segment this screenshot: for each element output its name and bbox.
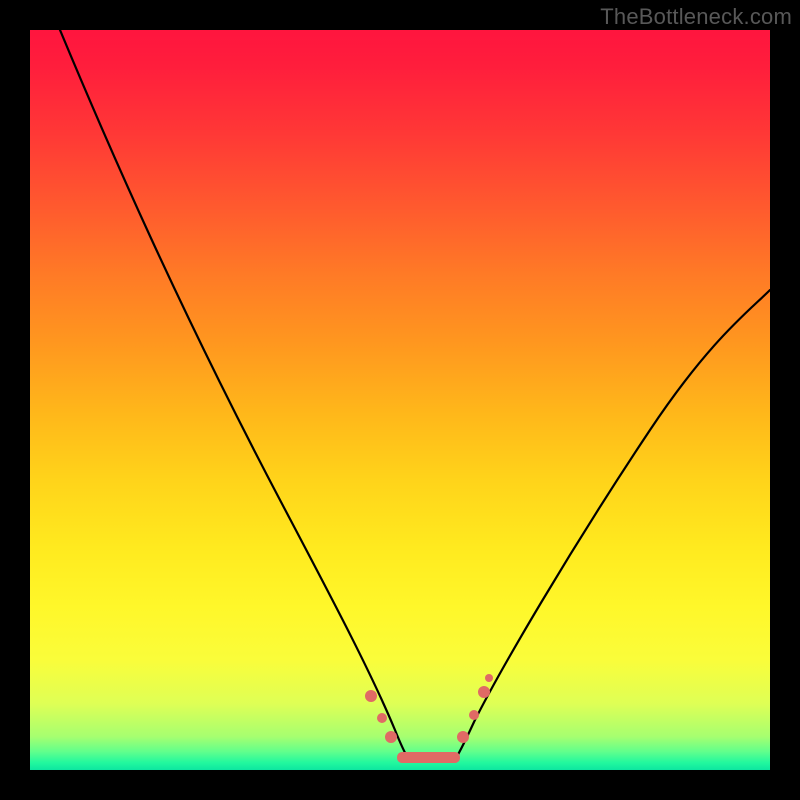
marker-left-1 [365,690,377,702]
chart-frame: TheBottleneck.com [0,0,800,800]
marker-right-1 [457,731,469,743]
marker-left-3 [385,731,397,743]
right-curve-path [456,290,770,758]
marker-left-2 [377,713,387,723]
left-curve-path [60,30,408,758]
curve-svg [30,30,770,770]
marker-right-3 [478,686,490,698]
marker-right-4 [485,674,493,682]
watermark-text: TheBottleneck.com [600,4,792,30]
marker-right-2 [469,710,479,720]
plot-area [30,30,770,770]
floor-marker-bar [397,752,460,763]
